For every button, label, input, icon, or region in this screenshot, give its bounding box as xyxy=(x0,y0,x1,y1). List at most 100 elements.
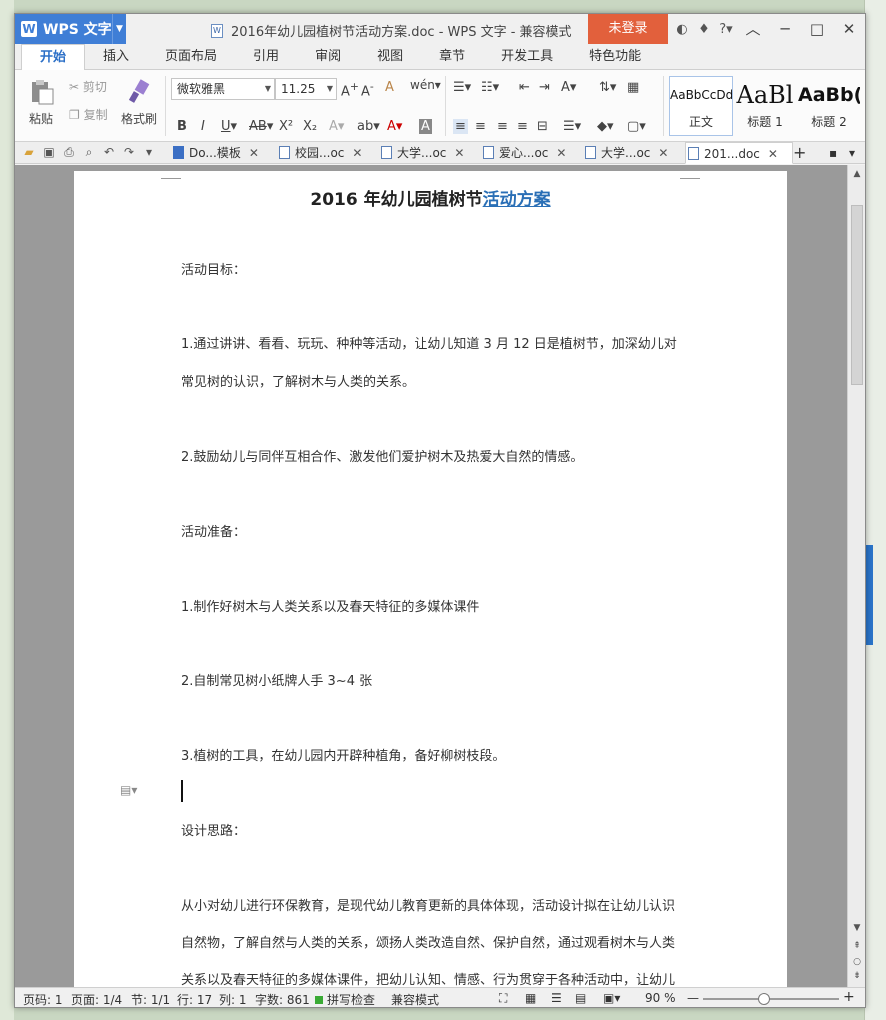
zoom-slider-knob[interactable] xyxy=(758,993,771,1005)
collapse-ribbon-icon[interactable]: ︿ xyxy=(737,14,769,44)
close-icon[interactable]: ✕ xyxy=(454,146,464,160)
font-color-icon[interactable]: A▾ xyxy=(387,119,402,134)
document-area[interactable]: 2016 年幼儿园植树节活动方案 活动目标： 1.通过讲讲、看看、玩玩、种种等活… xyxy=(15,165,847,987)
subscript-icon[interactable]: X₂ xyxy=(303,119,317,134)
login-button[interactable]: 未登录 xyxy=(588,14,668,44)
clear-format-icon[interactable]: A xyxy=(385,80,394,95)
save-icon[interactable]: ▣ xyxy=(39,145,59,160)
vertical-scrollbar[interactable]: ▲ ▼ ⇞ ○ ⇟ xyxy=(847,165,865,987)
outline-view-icon[interactable]: ☰ xyxy=(551,991,562,1005)
document-page[interactable]: 2016 年幼儿园植树节活动方案 活动目标： 1.通过讲讲、看看、玩玩、种种等活… xyxy=(74,171,787,987)
minimize-button[interactable]: ─ xyxy=(769,14,801,44)
doc-tab[interactable]: 爱心...oc ✕ xyxy=(481,142,566,164)
bold-icon[interactable]: B xyxy=(177,119,187,134)
phonetic-guide-icon[interactable]: wén▾ xyxy=(410,78,441,92)
zoom-level[interactable]: 90 % xyxy=(645,991,676,1005)
style-heading-2[interactable]: AaBb( 标题 2 xyxy=(797,76,861,136)
chinese-layout-icon[interactable]: A▾ xyxy=(561,80,576,95)
tab-home[interactable]: 开始 xyxy=(21,44,86,71)
decrease-indent-icon[interactable]: ⇤ xyxy=(519,80,530,95)
full-screen-icon[interactable]: ⛶ xyxy=(499,991,507,1006)
doc-tab[interactable]: 校园...oc ✕ xyxy=(277,142,362,164)
page-view-icon[interactable]: ▦ xyxy=(525,991,536,1005)
distributed-icon[interactable]: ⊟ xyxy=(537,119,548,134)
align-center-icon[interactable]: ≡ xyxy=(475,119,486,134)
copy-button[interactable]: ❐ 复制 xyxy=(69,106,108,123)
open-folder-icon[interactable]: ▰ xyxy=(19,145,39,160)
italic-icon[interactable]: I xyxy=(201,119,205,134)
status-word-count[interactable]: 字数: 861 xyxy=(255,991,310,1007)
tab-menu-icon[interactable]: ▾ xyxy=(845,142,855,164)
shrink-font-icon[interactable]: A- xyxy=(361,80,374,99)
web-view-icon[interactable]: ▤ xyxy=(575,991,586,1005)
tab-list-icon[interactable]: ▪ xyxy=(825,142,837,164)
align-left-icon[interactable]: ≡ xyxy=(453,119,468,134)
grow-font-icon[interactable]: A+ xyxy=(341,80,359,99)
scroll-down-icon[interactable]: ▼ xyxy=(848,923,865,933)
zoom-out-icon[interactable]: — xyxy=(687,991,699,1005)
zoom-slider-track[interactable] xyxy=(703,998,839,1000)
scrollbar-thumb[interactable] xyxy=(851,205,863,385)
next-page-icon[interactable]: ⇟ xyxy=(848,971,865,981)
reading-mode-icon[interactable]: ▣▾ xyxy=(603,991,620,1005)
close-icon[interactable]: ✕ xyxy=(768,147,778,161)
close-icon[interactable]: ✕ xyxy=(352,146,362,160)
text-effect-icon[interactable]: A▾ xyxy=(329,119,344,134)
doc-tab-active[interactable]: 201...doc ✕ xyxy=(685,142,793,164)
superscript-icon[interactable]: X² xyxy=(279,119,293,134)
title-link-text[interactable]: 活动方案 xyxy=(483,190,551,210)
sort-icon[interactable]: ⇅▾ xyxy=(599,80,616,95)
close-button[interactable]: ✕ xyxy=(833,14,865,44)
underline-icon[interactable]: U▾ xyxy=(221,119,237,134)
redo-icon[interactable]: ↷ xyxy=(119,145,139,160)
justify-icon[interactable]: ≡ xyxy=(517,119,528,134)
zoom-in-icon[interactable]: + xyxy=(843,989,855,1005)
tab-review[interactable]: 审阅 xyxy=(297,44,359,69)
shading-icon[interactable]: ◆▾ xyxy=(597,119,614,134)
close-icon[interactable]: ✕ xyxy=(658,146,668,160)
tab-page-layout[interactable]: 页面布局 xyxy=(147,44,235,69)
prev-page-icon[interactable]: ⇞ xyxy=(848,941,865,951)
select-browse-icon[interactable]: ○ xyxy=(848,957,865,967)
line-spacing-icon[interactable]: ☰▾ xyxy=(563,119,581,134)
tab-special[interactable]: 特色功能 xyxy=(571,44,659,69)
cut-button[interactable]: ✂ 剪切 xyxy=(69,78,107,95)
print-preview-icon[interactable]: ⌕ xyxy=(79,145,99,160)
shirt-icon[interactable]: ♦ xyxy=(693,22,715,37)
chevron-down-icon[interactable]: ▼ xyxy=(112,14,126,44)
char-shading-icon[interactable]: A xyxy=(419,119,432,134)
doc-tab[interactable]: Do...模板 ✕ xyxy=(171,142,259,164)
strikethrough-icon[interactable]: AB▾ xyxy=(249,119,273,134)
font-name-combo[interactable]: 微软雅黑 ▼ xyxy=(171,78,275,100)
spell-check-toggle[interactable]: 拼写检查 xyxy=(315,991,375,1007)
undo-icon[interactable]: ↶ xyxy=(99,145,119,160)
increase-indent-icon[interactable]: ⇥ xyxy=(539,80,550,95)
close-icon[interactable]: ✕ xyxy=(249,146,259,160)
maximize-button[interactable]: □ xyxy=(801,14,833,44)
tab-view[interactable]: 视图 xyxy=(359,44,421,69)
scroll-up-icon[interactable]: ▲ xyxy=(848,169,865,179)
numbered-list-icon[interactable]: ☷▾ xyxy=(481,80,499,95)
style-heading-1[interactable]: AaBl 标题 1 xyxy=(733,76,797,136)
align-right-icon[interactable]: ≡ xyxy=(497,119,508,134)
customize-toolbar-icon[interactable]: ▾ xyxy=(139,145,159,160)
style-normal[interactable]: AaBbCcDd 正文 xyxy=(669,76,733,136)
paste-button[interactable]: 粘贴 xyxy=(23,78,59,127)
tab-chapter[interactable]: 章节 xyxy=(421,44,483,69)
tab-insert[interactable]: 插入 xyxy=(85,44,147,69)
paragraph-menu-icon[interactable]: ▤▾ xyxy=(120,783,137,797)
print-icon[interactable]: ⎙ xyxy=(59,145,79,160)
highlight-icon[interactable]: ab▾ xyxy=(357,119,380,134)
help-icon[interactable]: ?▾ xyxy=(715,22,737,37)
format-painter-button[interactable]: 格式刷 xyxy=(117,78,161,127)
doc-tab[interactable]: 大学...oc ✕ xyxy=(583,142,668,164)
bullet-list-icon[interactable]: ☰▾ xyxy=(453,80,471,95)
skin-icon[interactable]: ◐ xyxy=(671,22,693,37)
wps-app-menu-button[interactable]: W WPS 文字 ▼ xyxy=(15,14,126,44)
tab-references[interactable]: 引用 xyxy=(235,44,297,69)
table-grid-icon[interactable]: ▦ xyxy=(627,80,639,95)
doc-tab[interactable]: 大学...oc ✕ xyxy=(379,142,464,164)
font-size-combo[interactable]: 11.25 ▼ xyxy=(275,78,337,100)
close-icon[interactable]: ✕ xyxy=(556,146,566,160)
new-tab-button[interactable]: + xyxy=(789,142,806,164)
